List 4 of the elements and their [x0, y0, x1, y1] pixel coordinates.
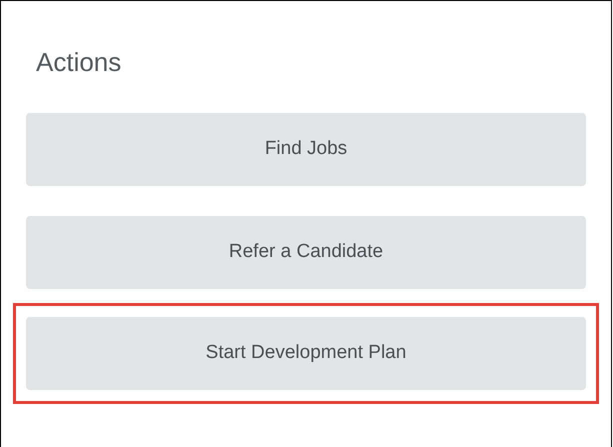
- action-button[interactable]: Refer a Candidate: [26, 216, 586, 289]
- action-button[interactable]: Find Jobs: [26, 113, 586, 186]
- action-button[interactable]: Start Development Plan: [26, 317, 586, 390]
- section-title: Actions: [36, 47, 122, 77]
